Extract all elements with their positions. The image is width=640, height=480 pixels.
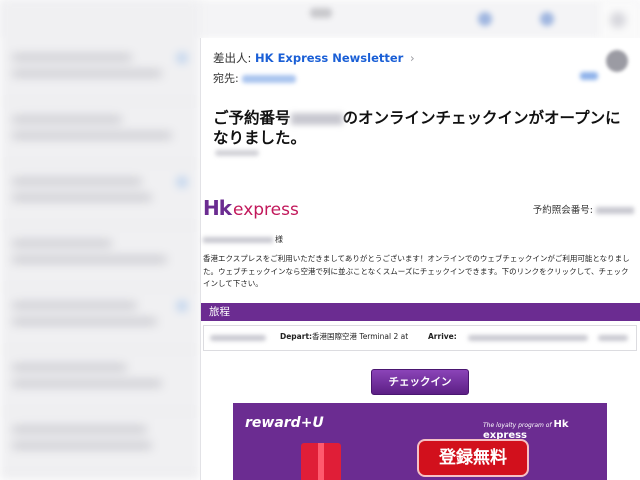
- ref-number-redacted: [596, 207, 634, 214]
- greeting: 様: [203, 234, 283, 245]
- banner-tagline: The loyalty program of Hk express: [483, 419, 607, 441]
- depart-value: 香港国際空港 Terminal 2 at: [312, 332, 409, 341]
- itinerary-header: 旅程: [201, 303, 640, 321]
- customer-name-redacted: [203, 236, 273, 243]
- ref-label: 予約照会番号:: [532, 205, 593, 216]
- flight-no-redacted: [598, 335, 628, 341]
- arrive-label: Arrive:: [428, 332, 457, 341]
- details-link[interactable]: [580, 72, 598, 80]
- itinerary-row: Depart: 香港国際空港 Terminal 2 at Arrive:: [203, 325, 637, 351]
- free-signup-button[interactable]: 登録無料: [417, 439, 529, 477]
- booking-number-redacted: [290, 112, 343, 125]
- booking-reference: 予約照会番号:: [533, 202, 634, 216]
- gift-box-icon: [301, 443, 341, 480]
- reward-u-logo: reward+U: [245, 415, 324, 431]
- sender-label: 差出人:: [213, 51, 252, 65]
- chevron-right-icon[interactable]: ›: [410, 51, 415, 65]
- to-label: 宛先:: [213, 72, 239, 85]
- check-in-button[interactable]: チェックイン: [371, 369, 469, 395]
- sender-row[interactable]: 差出人: HK Express Newsletter ›: [213, 50, 415, 66]
- message-pane: 差出人: HK Express Newsletter › 宛先: ご予約番号 のオ…: [200, 38, 640, 480]
- email-subject: ご予約番号 のオンラインチェックインがオープンになりました。: [213, 108, 623, 148]
- logo-express: express: [233, 200, 299, 220]
- mail-list-pane: [0, 0, 200, 480]
- recipient-redacted[interactable]: [242, 75, 297, 83]
- sender-name-link[interactable]: HK Express Newsletter: [255, 51, 403, 65]
- subject-prefix: ご予約番号: [213, 109, 291, 127]
- depart-label: Depart:: [280, 332, 313, 341]
- avatar[interactable]: [606, 50, 628, 72]
- tagline-text: The loyalty program of: [483, 422, 552, 429]
- flight-date-redacted: [210, 335, 266, 341]
- logo-hk: Hk: [203, 196, 232, 220]
- reward-u-banner[interactable]: reward+U The loyalty program of Hk expre…: [233, 403, 607, 480]
- hk-express-logo: Hk express: [203, 196, 299, 220]
- greeting-suffix: 様: [275, 235, 283, 244]
- arrival-redacted: [468, 335, 588, 341]
- intro-paragraph: 香港エクスプレスをご利用いただきましてありがとうございます！オンラインでのウェブ…: [203, 254, 630, 288]
- recipient-row: 宛先:: [213, 70, 297, 86]
- email-date-redacted: [215, 150, 259, 156]
